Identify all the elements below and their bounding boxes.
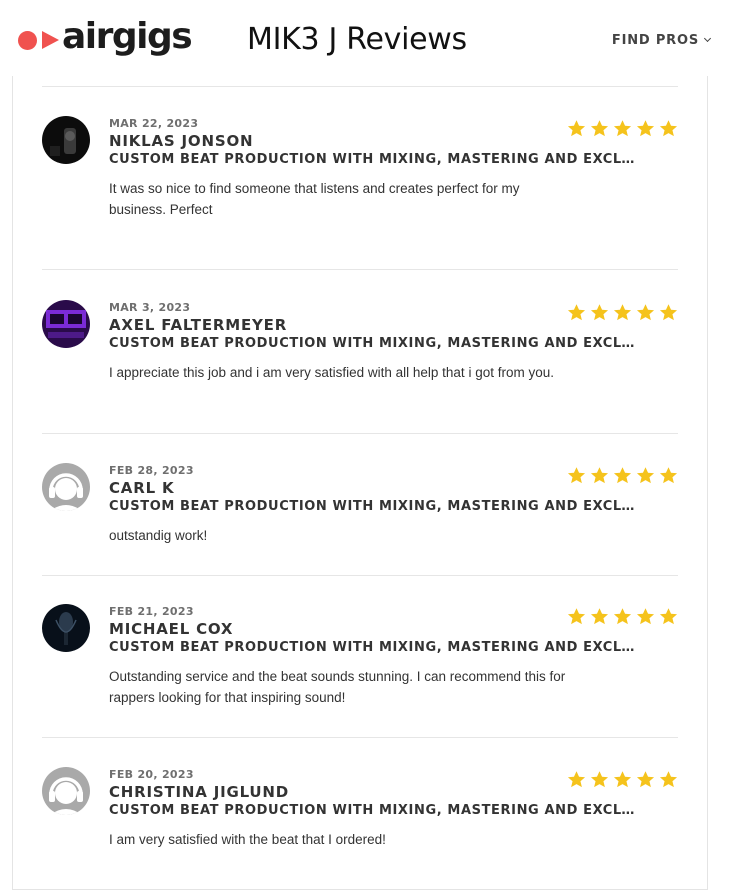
divider	[42, 575, 678, 576]
star-rating	[567, 303, 678, 322]
divider	[42, 433, 678, 434]
star-icon	[567, 771, 586, 788]
star-rating	[567, 770, 678, 789]
avatar[interactable]	[42, 463, 90, 511]
service-title[interactable]: CUSTOM BEAT PRODUCTION WITH MIXING, MAST…	[109, 803, 639, 818]
star-rating	[567, 119, 678, 138]
avatar[interactable]	[42, 116, 90, 164]
star-icon	[590, 771, 609, 788]
divider	[42, 269, 678, 270]
service-title[interactable]: CUSTOM BEAT PRODUCTION WITH MIXING, MAST…	[109, 640, 639, 655]
star-rating	[567, 607, 678, 626]
star-icon	[659, 304, 678, 321]
star-icon	[613, 304, 632, 321]
review-date: MAR 22, 2023	[109, 117, 199, 130]
star-icon	[613, 771, 632, 788]
chevron-down-icon	[703, 34, 712, 43]
star-icon	[567, 304, 586, 321]
review-text: I appreciate this job and i am very sati…	[109, 365, 554, 380]
service-title[interactable]: CUSTOM BEAT PRODUCTION WITH MIXING, MAST…	[109, 152, 639, 167]
avatar[interactable]	[42, 767, 90, 815]
star-icon	[590, 467, 609, 484]
review-text: Outstanding service and the beat sounds …	[109, 669, 566, 705]
star-icon	[567, 120, 586, 137]
review-text: outstandig work!	[109, 528, 208, 543]
review-date: FEB 21, 2023	[109, 605, 194, 618]
divider	[42, 86, 678, 87]
star-icon	[613, 467, 632, 484]
reviewer-name: CHRISTINA JIGLUND	[109, 783, 289, 801]
star-icon	[567, 467, 586, 484]
avatar[interactable]	[42, 604, 90, 652]
page-title: MIK3 J Reviews	[247, 22, 467, 57]
reviewer-name: AXEL FALTERMEYER	[109, 316, 288, 334]
reviewer-name: NIKLAS JONSON	[109, 132, 254, 150]
star-icon	[659, 608, 678, 625]
star-rating	[567, 466, 678, 485]
reviewer-name: MICHAEL COX	[109, 620, 234, 638]
star-icon	[636, 120, 655, 137]
star-icon	[636, 771, 655, 788]
review-date: FEB 28, 2023	[109, 464, 194, 477]
star-icon	[590, 304, 609, 321]
star-icon	[613, 120, 632, 137]
star-icon	[659, 467, 678, 484]
star-icon	[613, 608, 632, 625]
star-icon	[636, 467, 655, 484]
star-icon	[659, 120, 678, 137]
find-pros-label: FIND PROS	[611, 33, 699, 48]
service-title[interactable]: CUSTOM BEAT PRODUCTION WITH MIXING, MAST…	[109, 336, 639, 351]
review-date: MAR 3, 2023	[109, 301, 191, 314]
review-text: I am very satisfied with the beat that I…	[109, 832, 386, 847]
review-text: It was so nice to find someone that list…	[109, 181, 520, 217]
reviewer-name: CARL K	[109, 479, 175, 497]
review-date: FEB 20, 2023	[109, 768, 194, 781]
logo-play-icon	[42, 31, 59, 49]
logo-text: airgigs	[62, 16, 193, 57]
star-icon	[590, 120, 609, 137]
logo-dot-icon	[18, 30, 37, 50]
find-pros-menu[interactable]: FIND PROS	[611, 33, 712, 48]
star-icon	[590, 608, 609, 625]
avatar[interactable]	[42, 300, 90, 348]
service-title[interactable]: CUSTOM BEAT PRODUCTION WITH MIXING, MAST…	[109, 499, 639, 514]
airgigs-logo[interactable]: airgigs	[18, 16, 193, 60]
star-icon	[636, 608, 655, 625]
star-icon	[636, 304, 655, 321]
site-header: airgigs MIK3 J Reviews FIND PROS	[0, 0, 740, 76]
star-icon	[567, 608, 586, 625]
divider	[42, 737, 678, 738]
star-icon	[659, 771, 678, 788]
